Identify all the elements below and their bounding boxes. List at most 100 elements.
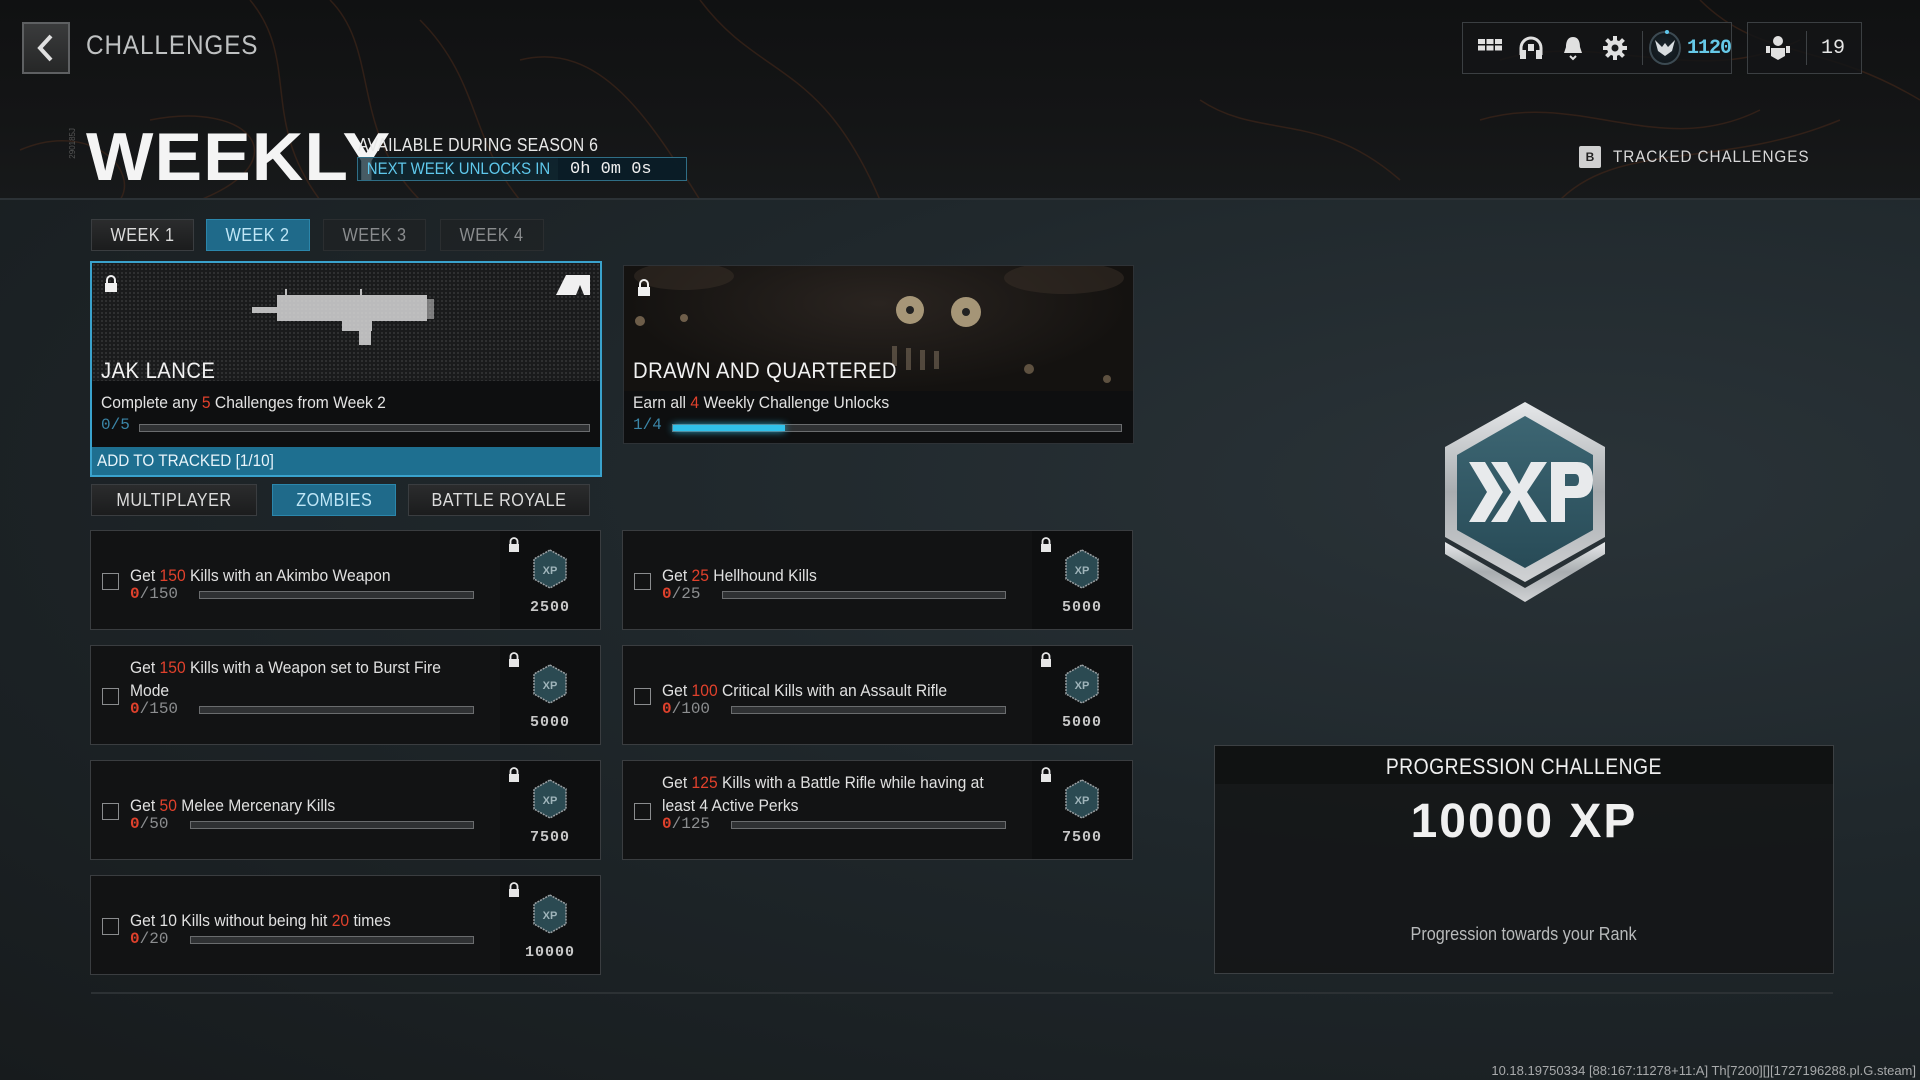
challenge-row[interactable]: Get 25 Hellhound Kills 0/25 XP 5000 [622, 530, 1133, 630]
separator [1806, 31, 1807, 65]
progression-challenge-panel: PROGRESSION CHALLENGE 10000 XP Progressi… [1214, 745, 1834, 974]
progress-current: 0 [662, 700, 672, 718]
track-checkbox[interactable] [634, 688, 651, 705]
progression-subtitle-text: Progression towards your Rank [1410, 924, 1638, 944]
track-checkbox[interactable] [634, 803, 651, 820]
challenge-row[interactable]: Get 125 Kills with a Battle Rifle while … [622, 760, 1133, 860]
tab-week-3[interactable]: WEEK 3 [323, 219, 426, 251]
rank-emblem[interactable] [1648, 30, 1681, 65]
challenge-description: Get 150 Kills with a Weapon set to Burst… [130, 656, 485, 702]
tab-multiplayer[interactable]: MULTIPLAYER [91, 484, 257, 516]
tab-label: WEEK 4 [460, 224, 524, 245]
next-unlock-label: NEXT WEEK UNLOCKS IN [366, 159, 551, 178]
tab-battle-royale[interactable]: BATTLE ROYALE [408, 484, 590, 516]
header: CHALLENGES 290185J WEEKLY AVAILABLE DURI… [0, 0, 1920, 200]
challenge-progress-text: 0/150 [130, 700, 178, 718]
challenge-reward: XP 5000 [1032, 646, 1132, 744]
tab-label: BATTLE ROYALE [431, 489, 567, 510]
notifications-button[interactable] [1552, 26, 1594, 70]
card-progress-text: 1/4 [633, 416, 662, 434]
xp-reward: XP [1064, 664, 1100, 709]
xp-reward-icon: XP [533, 549, 567, 589]
build-info: 10.18.19750334 [88:167:11278+11:A] Th[72… [1491, 1063, 1916, 1078]
challenge-reward: XP 7500 [500, 761, 600, 859]
desc-highlight: 150 [159, 658, 186, 677]
lock-icon [105, 275, 117, 292]
season-availability: AVAILABLE DURING SEASON 6 [358, 135, 599, 155]
challenge-row[interactable]: Get 150 Kills with a Weapon set to Burst… [90, 645, 601, 745]
desc-text: Challenges from Week 2 [210, 393, 386, 412]
tab-zombies[interactable]: ZOMBIES [272, 484, 396, 516]
grid-menu-button[interactable] [1469, 26, 1511, 70]
desc-text: Get [662, 773, 692, 792]
challenge-row[interactable]: Get 10 Kills without being hit 20 times 0… [90, 875, 601, 975]
track-checkbox[interactable] [102, 803, 119, 820]
track-checkbox[interactable] [102, 918, 119, 935]
tab-week-1[interactable]: WEEK 1 [91, 219, 194, 251]
reward-xp-value: 10000 [524, 944, 575, 961]
xp-reward: XP [532, 894, 568, 939]
social-button[interactable] [1511, 26, 1553, 70]
track-checkbox[interactable] [102, 688, 119, 705]
card-description: Earn all 4 Weekly Challenge Unlocks [633, 393, 889, 413]
lock [1040, 652, 1052, 673]
desc-highlight: 5 [201, 393, 211, 412]
settings-button[interactable] [1594, 26, 1636, 70]
tracked-challenges-button[interactable]: B TRACKED CHALLENGES [1579, 146, 1831, 168]
svg-text:XP: XP [543, 795, 558, 807]
reward-card-drawn-and-quartered[interactable]: DRAWN AND QUARTERED Earn all 4 Weekly Ch… [623, 265, 1134, 444]
challenge-progress-bar [190, 936, 474, 944]
tab-label: ZOMBIES [295, 489, 373, 510]
rank-progress-dot [1664, 30, 1669, 34]
tab-week-4[interactable]: WEEK 4 [440, 219, 544, 251]
reward-xp-value: 2500 [529, 599, 570, 616]
xp-reward: XP [532, 779, 568, 824]
desc-text: Get [130, 566, 160, 585]
desc-text: Critical Kills with an Assault Rifle [717, 681, 948, 700]
challenge-progress-text: 0/150 [130, 585, 178, 603]
challenge-description: Get 150 Kills with an Akimbo Weapon [130, 564, 485, 587]
svg-text:XP: XP [1075, 680, 1090, 692]
desc-text: Kills with an Akimbo Weapon [185, 566, 391, 585]
challenge-row[interactable]: Get 100 Critical Kills with an Assault R… [622, 645, 1133, 745]
challenge-reward: XP 7500 [1032, 761, 1132, 859]
track-checkbox[interactable] [102, 573, 119, 590]
track-checkbox[interactable] [634, 573, 651, 590]
lock [1040, 537, 1052, 558]
desc-text: Weekly Challenge Unlocks [699, 393, 890, 412]
headset-icon [1519, 36, 1543, 59]
xp-reward-icon: XP [1065, 664, 1099, 704]
tab-week-2[interactable]: WEEK 2 [206, 219, 310, 251]
build-tag: 290185J [68, 128, 77, 159]
key-b-icon: B [1579, 146, 1601, 168]
lock-icon [509, 767, 519, 782]
lock-icon [1041, 767, 1051, 782]
progress-current: 0 [130, 700, 140, 718]
desc-text: Complete any [101, 393, 202, 412]
reward-xp-value: 7500 [529, 829, 570, 846]
challenge-progress-text: 0/20 [130, 930, 168, 948]
xp-reward-icon: XP [1065, 549, 1099, 589]
add-to-tracked-button[interactable]: ADD TO TRACKED [1/10] [92, 447, 600, 475]
xp-reward: XP [532, 664, 568, 709]
challenge-row[interactable]: Get 150 Kills with an Akimbo Weapon 0/150… [90, 530, 601, 630]
reward-card-jak-lance[interactable]: JAK LANCE Complete any 5 Challenges from… [90, 261, 602, 477]
progression-heading: PROGRESSION CHALLENGE [1215, 746, 1833, 784]
lock-icon [509, 652, 519, 667]
party-group[interactable]: 19 [1747, 22, 1862, 74]
party-button[interactable] [1756, 26, 1800, 70]
bell-icon [1564, 37, 1583, 61]
progress-current: 0 [662, 585, 672, 603]
reward-xp-value: 5000 [1061, 599, 1102, 616]
lock [508, 652, 520, 673]
xp-reward: XP [532, 549, 568, 594]
back-button[interactable] [22, 22, 70, 74]
lock [508, 537, 520, 558]
challenge-description: Get 25 Hellhound Kills [662, 564, 1017, 587]
challenge-description: Get 100 Critical Kills with an Assault R… [662, 679, 1017, 702]
challenge-progress-text: 0/25 [662, 585, 700, 603]
page-title: WEEKLY [86, 119, 392, 195]
progression-heading-text: PROGRESSION CHALLENGE [1385, 754, 1663, 779]
challenge-row[interactable]: Get 50 Melee Mercenary Kills 0/50 XP 7500 [90, 760, 601, 860]
weapon-icon [252, 289, 434, 345]
